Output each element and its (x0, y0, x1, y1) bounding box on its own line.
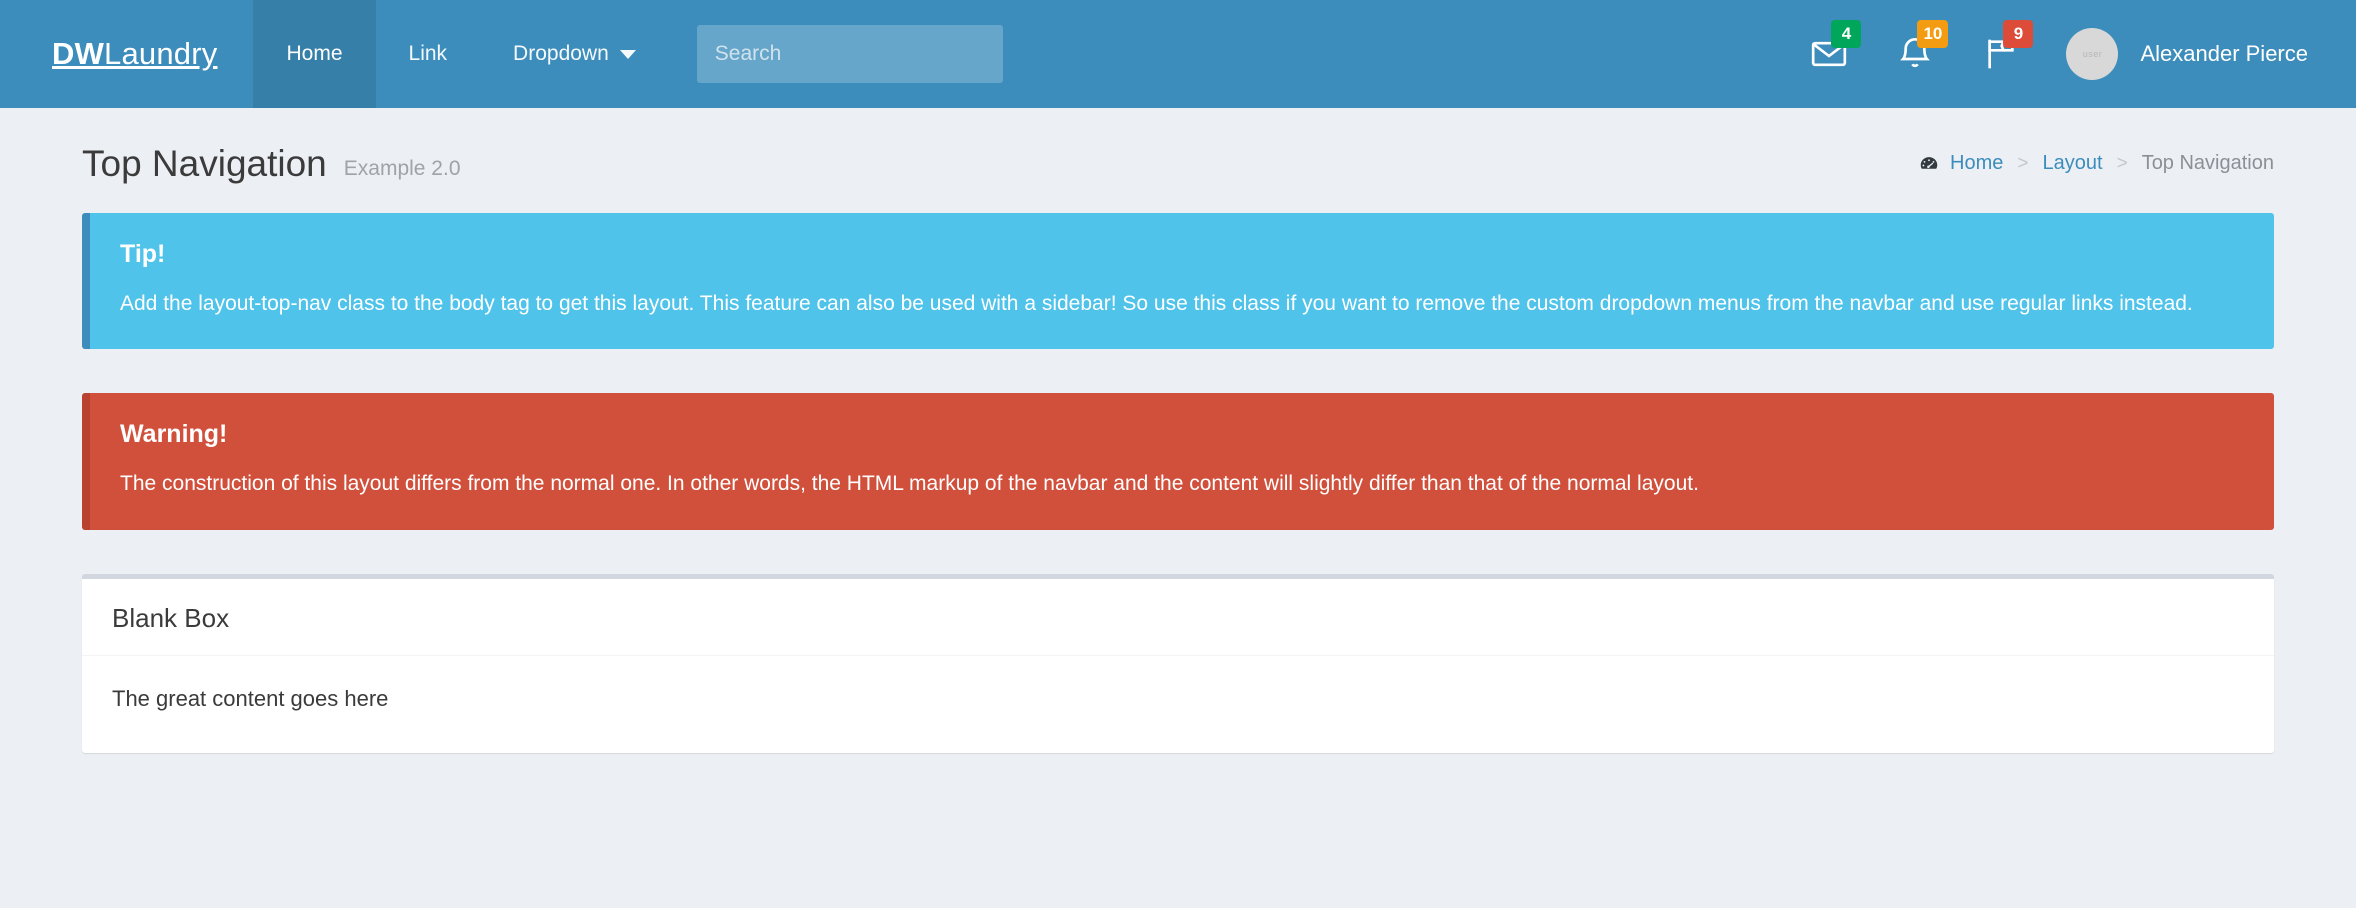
tasks-button[interactable]: 9 (1958, 0, 2044, 108)
notifications-button[interactable]: 10 (1872, 0, 1958, 108)
primary-nav: Home Link Dropdown (253, 0, 668, 108)
user-name: Alexander Pierce (2140, 41, 2308, 66)
navbar-right-tools: 4 10 9 user Alexander Pierce (1786, 0, 2356, 108)
brand-bold-text: DW (52, 36, 105, 71)
nav-item-home-label: Home (286, 42, 343, 65)
search-input[interactable] (696, 25, 1003, 83)
callout-warning-heading: Warning! (120, 420, 228, 449)
callout-tip: Tip! Add the layout-top-nav class to the… (82, 213, 2274, 350)
brand-logo[interactable]: DW Laundry (0, 0, 253, 108)
page-title: Top Navigation (82, 143, 327, 184)
tachometer-glyph (1920, 156, 1938, 169)
nav-item-link[interactable]: Link (376, 0, 481, 108)
navbar-search (696, 0, 1003, 108)
chevron-down-icon (619, 49, 636, 59)
user-menu[interactable]: user Alexander Pierce (2044, 0, 2308, 108)
blank-box-body: The great content goes here (112, 685, 389, 711)
blank-box-title: Blank Box (112, 602, 230, 633)
page-subtitle: Example 2.0 (343, 157, 461, 180)
messages-button[interactable]: 4 (1786, 0, 1872, 108)
breadcrumb: Home > Layout > Top Navigation (1918, 152, 2274, 175)
nav-item-home[interactable]: Home (253, 0, 376, 108)
callout-warning: Warning! The construction of this layout… (82, 393, 2274, 530)
notifications-badge: 10 (1917, 20, 1949, 48)
breadcrumb-separator: > (2116, 152, 2128, 174)
breadcrumb-item-current: Top Navigation (2141, 152, 2274, 174)
tasks-badge: 9 (2003, 20, 2034, 48)
breadcrumb-item-layout[interactable]: Layout (2043, 152, 2103, 175)
content-wrapper: Top Navigation Example 2.0 Home > Layout… (0, 108, 2356, 753)
nav-item-link-label: Link (408, 42, 448, 65)
avatar-initials: user (2082, 49, 2103, 59)
nav-item-dropdown-label: Dropdown (513, 42, 609, 65)
brand-light-text: Laundry (104, 36, 218, 71)
breadcrumb-separator: > (2017, 152, 2029, 174)
callout-warning-text: The construction of this layout differs … (120, 471, 1699, 495)
callout-tip-heading: Tip! (120, 240, 166, 268)
content-header: Top Navigation Example 2.0 Home > Layout… (82, 108, 2274, 213)
top-navbar: DWLaundry Home Link Dropdown 4 (0, 0, 2356, 108)
tachometer-icon (1918, 153, 1940, 175)
messages-badge: 4 (1831, 20, 1862, 48)
blank-box-panel: Blank Box The great content goes here (82, 573, 2274, 753)
nav-item-dropdown[interactable]: Dropdown (480, 0, 669, 108)
breadcrumb-item-home[interactable]: Home (1950, 152, 2003, 175)
avatar: user (2066, 28, 2119, 80)
callout-tip-text: Add the layout-top-nav class to the body… (120, 291, 2193, 315)
blank-box-header: Blank Box (82, 579, 2274, 656)
